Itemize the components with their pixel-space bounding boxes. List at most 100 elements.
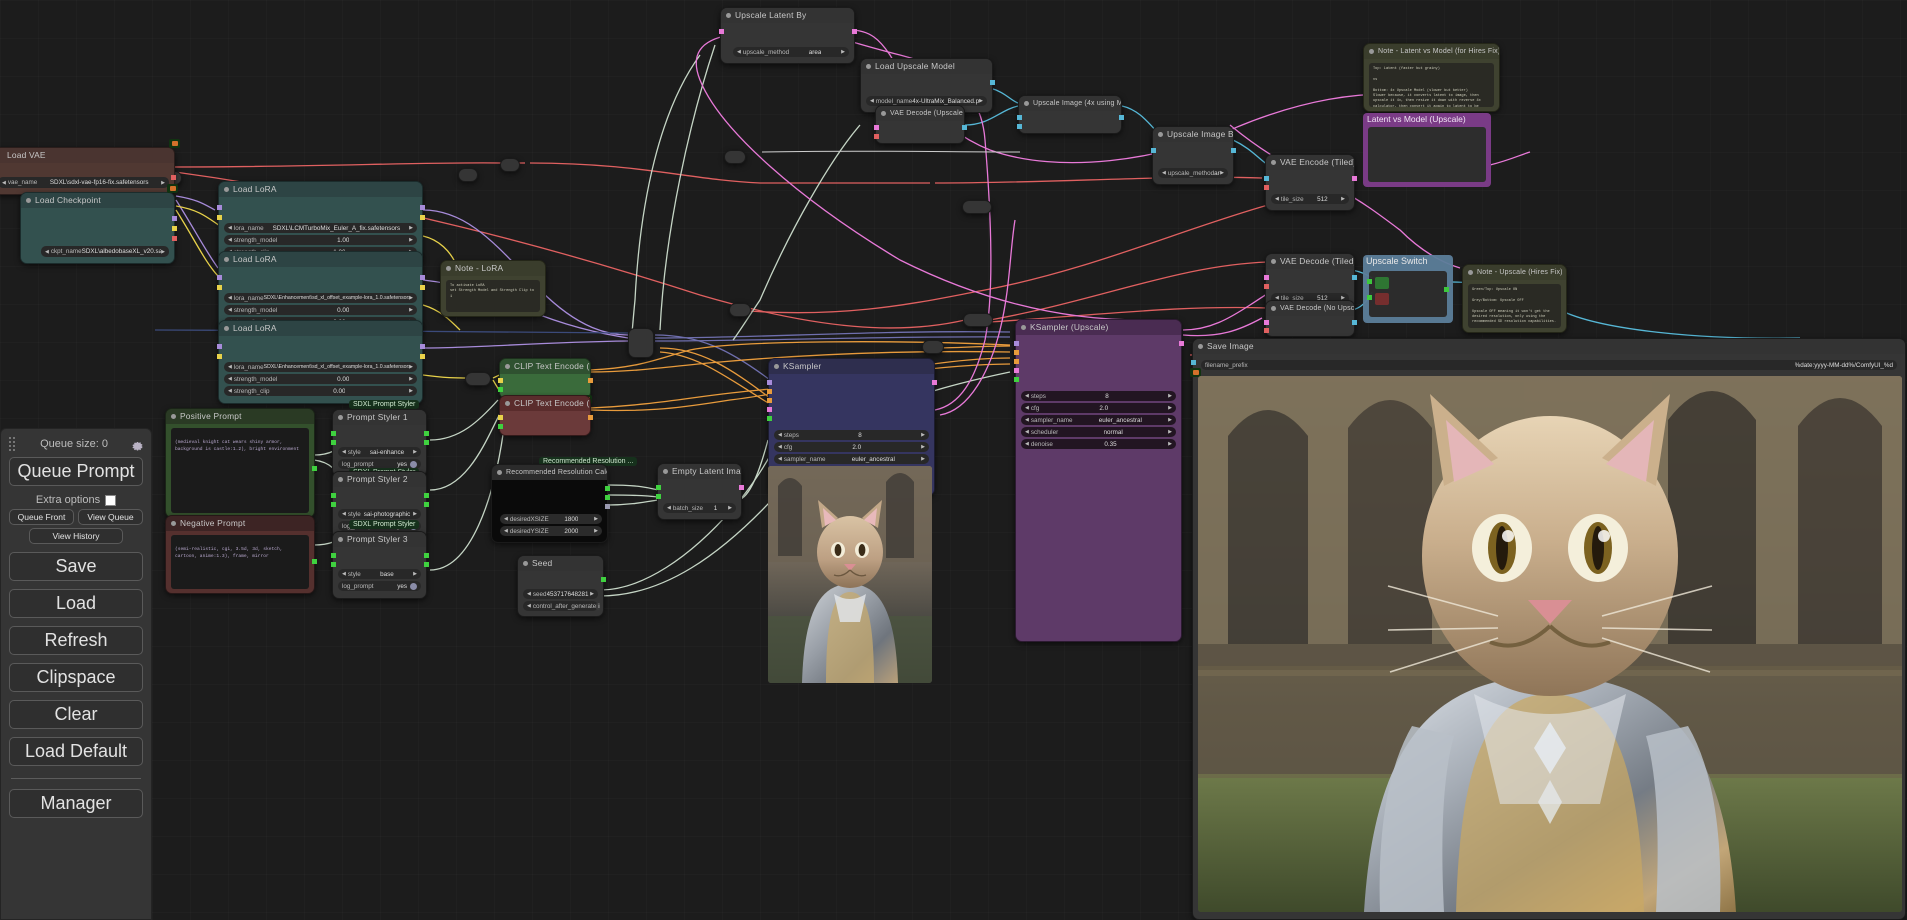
next-arrow-icon[interactable]: ▶ xyxy=(594,516,598,522)
node-upscale-latent-by[interactable]: Upscale Latent By ◀ upscale_method area … xyxy=(718,7,857,64)
prev-arrow-icon[interactable]: ◀ xyxy=(1025,393,1029,399)
input-slot-samples[interactable] xyxy=(1263,275,1269,280)
widget-steps[interactable]: ◀ steps 8 ▶ xyxy=(1021,391,1176,401)
next-arrow-icon[interactable]: ▶ xyxy=(1341,196,1345,202)
output-slot-image[interactable] xyxy=(1118,115,1124,120)
input-slot-negative[interactable] xyxy=(766,398,772,403)
input-slot-vae[interactable] xyxy=(1263,328,1269,333)
node-clip-text-encode-negative[interactable]: CLIP Text Encode (Prompt) xyxy=(497,395,593,436)
input-slot-clip[interactable] xyxy=(216,215,222,220)
next-arrow-icon[interactable]: ▶ xyxy=(594,528,598,534)
reroute-node[interactable] xyxy=(962,200,992,214)
input-slot-text[interactable] xyxy=(497,387,503,392)
input-slot-clip[interactable] xyxy=(497,378,503,383)
next-arrow-icon[interactable]: ▶ xyxy=(409,225,413,231)
output-slot-height[interactable] xyxy=(604,495,610,500)
node-seed[interactable]: Seed ◀ seed 453717648281 34 ▶ ◀ control_… xyxy=(517,555,606,617)
input-slot-vae[interactable] xyxy=(1263,284,1269,289)
prev-arrow-icon[interactable]: ◀ xyxy=(778,444,782,450)
prev-arrow-icon[interactable]: ◀ xyxy=(228,237,232,243)
clear-button[interactable]: Clear xyxy=(9,700,143,729)
node-clip-text-encode-positive[interactable]: CLIP Text Encode (Prompt) xyxy=(497,358,593,404)
next-arrow-icon[interactable]: ▶ xyxy=(409,295,413,301)
node-recommended-resolution-calculator[interactable]: Recommended Resolution Calculator ◀ desi… xyxy=(491,464,610,543)
next-arrow-icon[interactable]: ▶ xyxy=(921,444,925,450)
node-note-upscale-hires[interactable]: Note - Upscale (Hires Fix) Green/Top: Up… xyxy=(1462,264,1567,333)
widget-control-after-generate[interactable]: ◀ control_after_generate increment xyxy=(523,601,601,611)
widget-cfg[interactable]: ◀ cfg 2.0 ▶ xyxy=(774,442,929,452)
output-slot-negative[interactable] xyxy=(423,562,429,567)
group-upscale-switch[interactable]: Upscale Switch xyxy=(1363,255,1453,323)
prev-arrow-icon[interactable]: ◀ xyxy=(527,591,531,597)
input-slot-text-negative[interactable] xyxy=(330,562,336,567)
widget-lora-name[interactable]: ◀ lora_name SDXL\LCMTurboMix_Euler_A_fix… xyxy=(224,223,417,233)
output-slot-latent[interactable] xyxy=(931,380,937,385)
next-arrow-icon[interactable]: ▶ xyxy=(979,98,983,104)
widget-style[interactable]: ◀ style sai-photographic ▶ xyxy=(338,509,421,519)
input-slot-model[interactable] xyxy=(216,344,222,349)
drag-handle-icon[interactable] xyxy=(9,437,16,451)
output-slot-model[interactable] xyxy=(419,275,425,280)
prev-arrow-icon[interactable]: ◀ xyxy=(228,364,232,370)
reroute-bus-node[interactable] xyxy=(628,328,654,358)
save-image-preview[interactable] xyxy=(1198,376,1902,912)
node-upscale-image-4x[interactable]: Upscale Image (4x using Model) xyxy=(1016,95,1124,134)
output-slot-model[interactable] xyxy=(419,205,425,210)
queue-prompt-button[interactable]: Queue Prompt xyxy=(9,457,143,486)
input-slot-vae[interactable] xyxy=(1263,185,1269,190)
switch-off-node[interactable] xyxy=(1375,293,1389,305)
group-inner-nodes[interactable] xyxy=(1368,127,1486,182)
group-latent-vs-model-upscale[interactable]: Latent vs Model (Upscale) xyxy=(1363,113,1491,187)
save-button[interactable]: Save xyxy=(9,552,143,581)
widget-upscale-method[interactable]: ◀ upscale_method area ▶ xyxy=(1158,168,1228,178)
manager-button[interactable]: Manager xyxy=(9,789,143,818)
next-arrow-icon[interactable]: ▶ xyxy=(413,449,417,455)
prev-arrow-icon[interactable]: ◀ xyxy=(1025,429,1029,435)
output-slot-latent[interactable] xyxy=(851,29,857,34)
widget-upscale-method[interactable]: ◀ upscale_method area ▶ xyxy=(733,47,849,57)
input-slot-text-positive[interactable] xyxy=(330,493,336,498)
node-load-checkpoint[interactable]: Load Checkpoint ◀ ckpt_name SDXL\albedob… xyxy=(20,184,178,264)
input-slot-positive[interactable] xyxy=(766,389,772,394)
load-default-button[interactable]: Load Default xyxy=(9,737,143,766)
next-arrow-icon[interactable]: ▶ xyxy=(1220,170,1224,176)
node-note-lora[interactable]: Note - LoRA To activate LoRA set Strengt… xyxy=(440,260,546,317)
output-slot-latent[interactable] xyxy=(1178,341,1184,346)
reroute-node[interactable] xyxy=(500,158,520,172)
widget-strength-model[interactable]: ◀ strength_model 0.00 ▶ xyxy=(224,305,417,315)
prev-arrow-icon[interactable]: ◀ xyxy=(342,571,346,577)
node-prompt-styler-1[interactable]: Prompt Styler 1 ◀ style sai-enhance ▶ lo… xyxy=(330,409,429,477)
prev-arrow-icon[interactable]: ◀ xyxy=(228,225,232,231)
group-inner-nodes[interactable] xyxy=(1367,271,1449,317)
switch-on-node[interactable] xyxy=(1375,277,1389,289)
output-slot-upscale-model[interactable] xyxy=(989,80,995,85)
next-arrow-icon[interactable]: ▶ xyxy=(409,364,413,370)
output-slot-positive[interactable] xyxy=(423,493,429,498)
output-slot-clip[interactable] xyxy=(419,354,425,359)
input-slot-width[interactable] xyxy=(655,485,661,490)
prev-arrow-icon[interactable]: ◀ xyxy=(504,528,508,534)
prev-arrow-icon[interactable]: ◀ xyxy=(667,505,671,511)
input-slot-seed[interactable] xyxy=(766,416,772,421)
next-arrow-icon[interactable]: ▶ xyxy=(409,388,413,394)
next-arrow-icon[interactable]: ▶ xyxy=(161,180,165,186)
widget-tile-size[interactable]: ◀ tile_size 512 ▶ xyxy=(1271,194,1349,204)
view-queue-button[interactable]: View Queue xyxy=(78,509,143,525)
output-slot-negative[interactable] xyxy=(423,502,429,507)
workflow-canvas[interactable]: Load VAE ◀ vae_name SDXL\sdxl-vae-fp16-f… xyxy=(0,0,1907,920)
output-slot-clip[interactable] xyxy=(419,215,425,220)
widget-lora-name[interactable]: ◀ lora_name SDXL\Enhancement\sd_xl_offse… xyxy=(224,293,417,303)
input-slot-samples[interactable] xyxy=(1263,320,1269,325)
widget-desired-x-size[interactable]: ◀ desiredXSIZE 1800 ▶ xyxy=(500,514,602,524)
next-arrow-icon[interactable]: ▶ xyxy=(161,249,165,255)
load-button[interactable]: Load xyxy=(9,589,143,618)
output-slot-negative[interactable] xyxy=(423,440,429,445)
input-slot-clip[interactable] xyxy=(497,415,503,420)
prev-arrow-icon[interactable]: ◀ xyxy=(737,49,741,55)
input-slot-latent[interactable] xyxy=(1013,368,1019,373)
ksampler-preview-image[interactable] xyxy=(768,466,932,683)
positive-prompt-textarea[interactable]: (medieval knight cat wears shiny armor, … xyxy=(171,428,309,513)
node-save-image[interactable]: Save Image filename_prefix %date:yyyy-MM… xyxy=(1190,338,1906,920)
input-slot-latent[interactable] xyxy=(766,407,772,412)
prev-arrow-icon[interactable]: ◀ xyxy=(45,249,49,255)
